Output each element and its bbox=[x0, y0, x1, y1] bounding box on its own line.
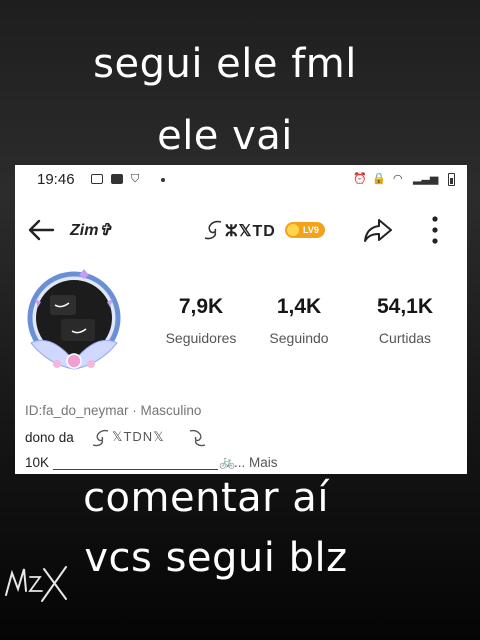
signal-icon: ▂▃▅ bbox=[413, 173, 439, 185]
status-bar: 19:46 ⛉ ⏰ 🔒 ◠ ▂▃▅ bbox=[15, 165, 467, 197]
following-label: Seguindo bbox=[269, 330, 329, 346]
swirl-ornament-icon bbox=[204, 220, 222, 240]
lock-icon: 🔒 bbox=[372, 173, 386, 185]
alarm-icon: ⏰ bbox=[353, 173, 367, 185]
stat-likes[interactable]: 54,1K Curtidas bbox=[355, 295, 455, 346]
level-badge: LV9 bbox=[285, 222, 325, 238]
signature-logo bbox=[5, 566, 67, 602]
bicycle-icon: 🚲 bbox=[219, 454, 236, 469]
notification-dot-icon bbox=[161, 178, 165, 182]
battery-icon bbox=[448, 173, 455, 186]
bio-line-1: dono da bbox=[25, 430, 74, 445]
gallery-icon bbox=[91, 174, 103, 184]
stat-followers[interactable]: 7,9K Seguidores bbox=[151, 295, 251, 346]
shield-icon: ⛉ bbox=[131, 173, 140, 185]
avatar[interactable] bbox=[17, 263, 137, 381]
swirl-ornament-icon bbox=[92, 429, 109, 447]
followers-count: 7,9K bbox=[178, 295, 224, 318]
share-icon[interactable] bbox=[362, 215, 394, 245]
profile-id-gender: ID:fa_do_neymar · Masculino bbox=[25, 403, 202, 418]
profile-handle: Zim✞ bbox=[70, 222, 112, 239]
caption-line-2: ele vai bbox=[157, 113, 293, 159]
video-icon bbox=[111, 174, 123, 184]
followers-label: Seguidores bbox=[165, 330, 237, 346]
profile-toolbar: Zim✞ ⵣ𝕏TD LV9 bbox=[15, 205, 467, 255]
likes-label: Curtidas bbox=[378, 330, 432, 346]
status-time: 19:46 bbox=[37, 171, 75, 188]
bio-underline bbox=[53, 469, 218, 470]
likes-count: 54,1K bbox=[376, 295, 434, 318]
caption-line-1: segui ele fml bbox=[93, 41, 357, 87]
swirl-ornament-icon bbox=[189, 429, 206, 447]
stat-following[interactable]: 1,4K Seguindo bbox=[249, 295, 349, 346]
wifi-icon: ◠ bbox=[393, 173, 403, 185]
more-options-icon[interactable] bbox=[425, 213, 445, 247]
phone-screenshot: 19:46 ⛉ ⏰ 🔒 ◠ ▂▃▅ Zim✞ ⵣ𝕏TD LV9 7,9K Seg… bbox=[15, 165, 467, 474]
bio-line-2: 10K bbox=[25, 455, 50, 470]
bio-decorated-name: 𝕏TDN𝕏 bbox=[90, 427, 210, 449]
profile-display-name: ⵣ𝕏TD LV9 bbox=[201, 215, 331, 245]
following-count: 1,4K bbox=[276, 295, 322, 318]
caption-line-3: comentar aí bbox=[83, 475, 329, 521]
back-arrow-icon[interactable] bbox=[25, 215, 57, 245]
bio-more-link[interactable]: ... Mais bbox=[234, 455, 278, 470]
